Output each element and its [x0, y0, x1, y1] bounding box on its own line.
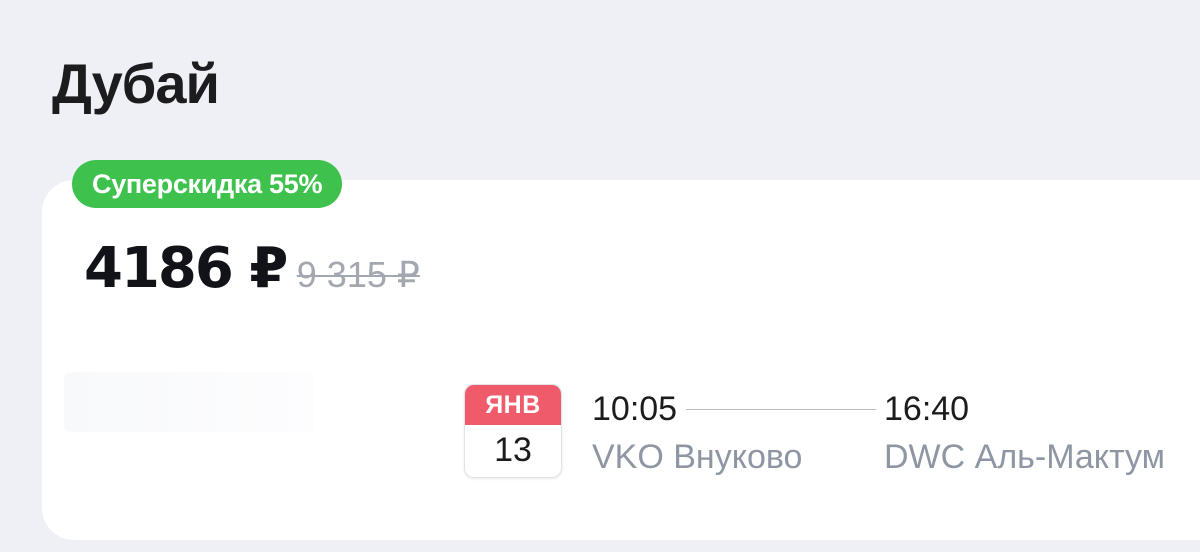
discount-badge: Суперскидка 55% — [72, 160, 343, 208]
price-row: 4186 ₽ 9 315 ₽ — [84, 236, 420, 301]
old-price: 9 315 ₽ — [296, 254, 420, 295]
departure-time: 10:05 — [592, 390, 678, 428]
route-line — [686, 409, 876, 410]
current-price: 4186 ₽ — [84, 236, 288, 301]
page-title: Дубай — [52, 52, 220, 115]
departure-airport: VKO Внуково — [592, 438, 803, 476]
calendar-date-icon: ЯНВ 13 — [464, 384, 562, 478]
offer-card[interactable] — [42, 180, 1200, 540]
arrival-airport: DWC Аль-Мактум — [884, 438, 1166, 476]
faded-placeholder — [64, 372, 314, 432]
arrival-time: 16:40 — [884, 390, 970, 428]
date-day: 13 — [494, 431, 532, 469]
date-month: ЯНВ — [465, 385, 561, 425]
